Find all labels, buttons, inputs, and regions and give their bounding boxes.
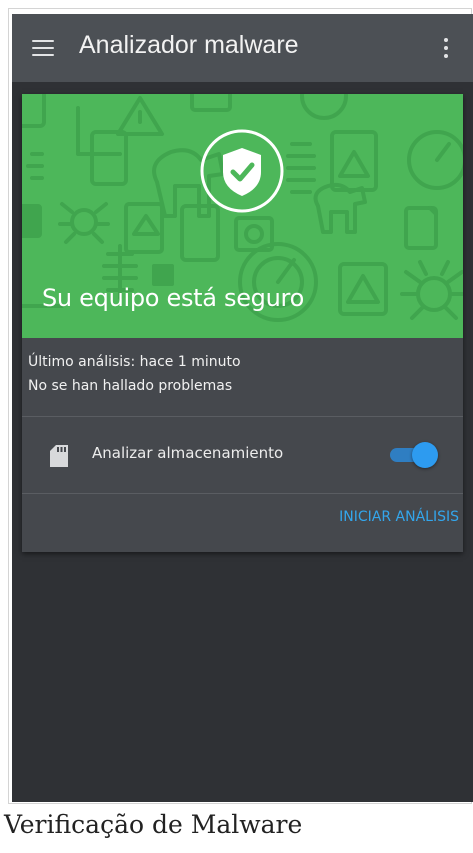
scan-storage-toggle[interactable] bbox=[388, 441, 440, 469]
app-screen: Analizador malware Su equipo está seguro… bbox=[12, 14, 473, 802]
divider bbox=[22, 493, 463, 494]
more-vertical-icon[interactable] bbox=[442, 36, 450, 62]
hamburger-menu-icon[interactable] bbox=[32, 40, 54, 56]
shield-check-icon bbox=[200, 129, 284, 213]
sd-card-icon bbox=[50, 445, 68, 467]
toggle-thumb bbox=[412, 442, 438, 468]
scan-status-card: Su equipo está seguro Último análisis: h… bbox=[22, 94, 463, 552]
app-bar: Analizador malware bbox=[12, 14, 473, 82]
scan-storage-label: Analizar almacenamiento bbox=[92, 444, 284, 462]
safe-status-banner: Su equipo está seguro bbox=[22, 94, 463, 338]
scan-status-text: Último análisis: hace 1 minuto No se han… bbox=[28, 350, 241, 398]
app-title: Analizador malware bbox=[79, 31, 299, 59]
safe-status-headline: Su equipo está seguro bbox=[42, 284, 304, 312]
last-scan-text: Último análisis: hace 1 minuto bbox=[28, 354, 241, 370]
scan-storage-option[interactable]: Analizar almacenamiento bbox=[22, 417, 463, 493]
scan-result-text: No se han hallado problemas bbox=[28, 378, 233, 394]
image-caption: Verificação de Malware bbox=[4, 810, 303, 839]
start-scan-button[interactable]: INICIAR ANÁLISIS bbox=[339, 509, 459, 525]
